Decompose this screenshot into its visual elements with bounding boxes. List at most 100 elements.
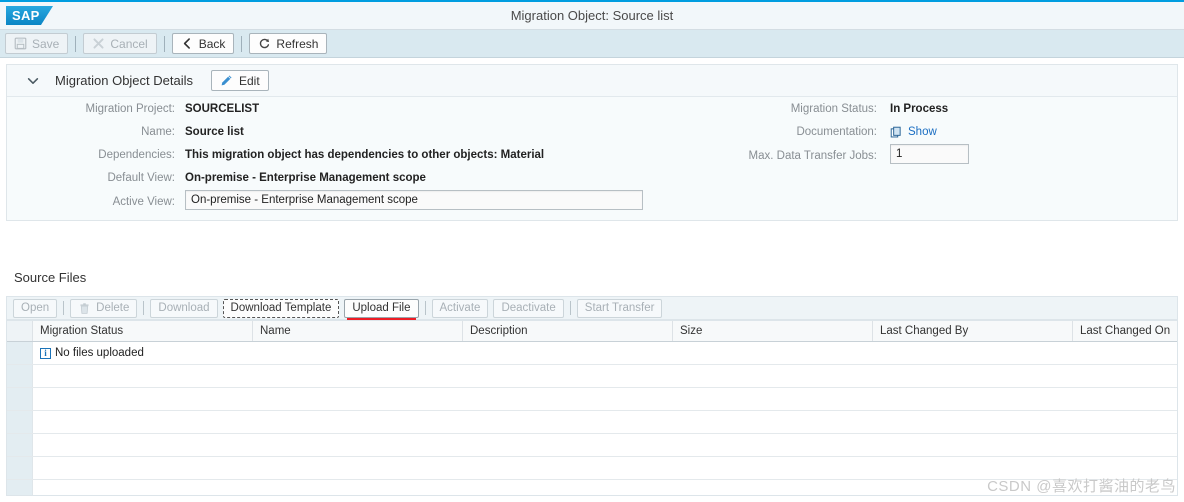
source-files-table: Migration Status Name Description Size L… (6, 320, 1178, 496)
column-header-last-changed-by[interactable]: Last Changed By (873, 321, 1073, 341)
delete-button[interactable]: Delete (70, 298, 138, 318)
table-row[interactable] (7, 457, 1177, 480)
field-label: Max. Data Transfer Jobs: (748, 150, 877, 162)
field-active-view: Active View: (7, 193, 185, 211)
upload-file-button[interactable]: Upload File (344, 298, 419, 321)
active-view-input[interactable]: On-premise - Enterprise Management scope (185, 190, 643, 210)
cancel-button[interactable]: Cancel (83, 33, 157, 54)
field-migration-project: Migration Project: (7, 100, 185, 118)
toolbar-separator (424, 301, 426, 315)
refresh-button[interactable]: Refresh (249, 33, 328, 54)
column-header-last-changed-on[interactable]: Last Changed On (1073, 321, 1177, 341)
details-panel-header: Migration Object Details Edit (7, 65, 1177, 97)
field-migration-status: Migration Status: (707, 100, 887, 118)
toolbar-separator (63, 301, 65, 315)
open-button-label: Open (21, 302, 50, 314)
table-header-gutter (7, 321, 33, 341)
save-button-label: Save (32, 36, 60, 51)
document-copy-icon (890, 126, 901, 137)
toolbar-separator (241, 35, 243, 52)
toolbar-separator (163, 35, 165, 52)
table-header-row: Migration Status Name Description Size L… (7, 320, 1177, 342)
back-button[interactable]: Back (171, 33, 235, 54)
empty-cell (33, 388, 1177, 410)
info-icon: i (40, 347, 51, 359)
field-dependencies: Dependencies: (7, 146, 185, 164)
column-header-description[interactable]: Description (463, 321, 673, 341)
empty-cell (33, 457, 1177, 479)
toolbar-separator (75, 35, 77, 52)
table-row[interactable] (7, 365, 1177, 388)
field-name: Name: (7, 123, 185, 141)
table-row[interactable] (7, 411, 1177, 434)
row-gutter (7, 365, 33, 387)
field-value: In Process (890, 103, 949, 115)
column-header-size[interactable]: Size (673, 321, 873, 341)
trash-icon (80, 302, 89, 314)
field-default-view: Default View: (7, 169, 185, 187)
upload-file-button-label: Upload File (352, 302, 411, 314)
empty-cell (33, 434, 1177, 456)
table-row[interactable] (7, 388, 1177, 411)
delete-button-label: Delete (96, 302, 130, 314)
details-panel-title: Migration Object Details (55, 73, 193, 88)
open-button[interactable]: Open (13, 298, 58, 318)
save-button[interactable]: Save (5, 33, 69, 54)
shell-header: SAP Migration Object: Source list (0, 0, 1184, 30)
field-dependencies-value: This migration object has dependencies t… (185, 146, 544, 164)
chevron-down-icon (27, 77, 39, 84)
table-row[interactable] (7, 480, 1177, 495)
max-data-transfer-jobs-input[interactable]: 1 (890, 144, 969, 164)
column-header-name[interactable]: Name (253, 321, 463, 341)
field-label: Documentation: (796, 126, 877, 138)
row-gutter (7, 388, 33, 410)
back-button-label: Back (198, 36, 226, 51)
cancel-button-label: Cancel (110, 36, 148, 51)
details-panel-body: Migration Project: SOURCELIST Name: Sour… (7, 97, 1177, 220)
start-transfer-button-label: Start Transfer (584, 302, 655, 314)
toolbar-separator (569, 301, 571, 315)
page-title: Migration Object: Source list (510, 7, 674, 23)
documentation-show-link[interactable]: Show (890, 123, 937, 141)
documentation-link-label: Show (908, 126, 937, 138)
sap-logo[interactable]: SAP (3, 2, 59, 27)
toolbar-separator (143, 301, 145, 315)
field-name-value: Source list (185, 123, 244, 141)
sap-fiori-window: SAP Migration Object: Source list Save C… (0, 0, 1184, 502)
field-max-data-transfer-jobs: Max. Data Transfer Jobs: (707, 147, 887, 165)
download-template-button[interactable]: Download Template (222, 298, 340, 318)
shell-accent-bar (0, 0, 1184, 2)
row-gutter (7, 342, 33, 364)
table-row[interactable] (7, 434, 1177, 457)
pencil-icon (221, 75, 232, 86)
close-x-icon (93, 38, 104, 49)
activate-button[interactable]: Activate (431, 298, 489, 318)
row-gutter (7, 434, 33, 456)
row-gutter (7, 457, 33, 479)
field-value: SOURCELIST (185, 103, 260, 115)
panel-collapse-toggle[interactable] (25, 73, 41, 89)
field-value: On-premise - Enterprise Management scope (185, 172, 426, 184)
active-view-input-value: On-premise - Enterprise Management scope (191, 194, 418, 206)
start-transfer-button[interactable]: Start Transfer (576, 298, 663, 318)
download-template-button-label: Download Template (230, 302, 332, 314)
edit-button[interactable]: Edit (211, 70, 269, 91)
row-gutter (7, 411, 33, 433)
field-label: Migration Status: (790, 103, 877, 115)
empty-cell (33, 480, 1177, 495)
table-row-message[interactable]: i No files uploaded (7, 342, 1177, 365)
field-value: Source list (185, 126, 244, 138)
empty-cell (33, 411, 1177, 433)
no-files-message-cell: i No files uploaded (33, 342, 1177, 364)
source-files-title: Source Files (14, 270, 87, 285)
chevron-left-icon (183, 38, 190, 49)
column-header-migration-status[interactable]: Migration Status (33, 321, 253, 341)
field-value: This migration object has dependencies t… (185, 149, 545, 161)
source-files-toolbar: Open Delete Download Download Template U… (6, 296, 1178, 321)
refresh-icon (260, 38, 270, 49)
deactivate-button[interactable]: Deactivate (493, 298, 564, 318)
download-button[interactable]: Download (150, 298, 218, 318)
no-files-message-text: No files uploaded (55, 347, 144, 359)
max-jobs-input-value: 1 (896, 148, 903, 160)
field-default-view-value: On-premise - Enterprise Management scope (185, 169, 426, 187)
